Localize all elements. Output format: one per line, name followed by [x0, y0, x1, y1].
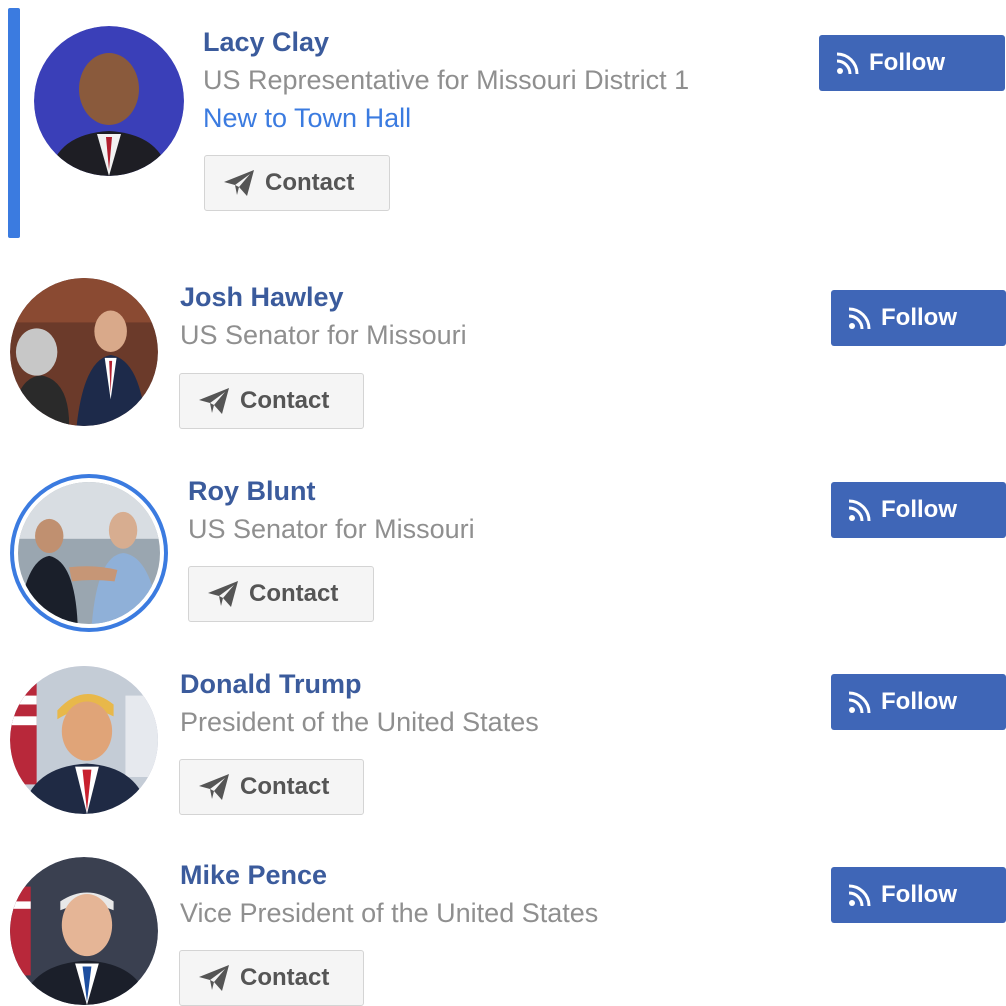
portrait-image: [10, 666, 158, 814]
paper-plane-icon: [208, 581, 238, 607]
contact-button[interactable]: Contact: [179, 950, 364, 1006]
paper-plane-icon: [224, 170, 254, 196]
follow-button[interactable]: Follow: [831, 482, 1006, 538]
rss-feed-icon: [849, 499, 871, 521]
avatar[interactable]: [10, 857, 158, 1005]
contact-label: Contact: [249, 580, 339, 607]
contact-button[interactable]: Contact: [204, 155, 390, 211]
avatar[interactable]: [10, 278, 158, 426]
rep-title: President of the United States: [180, 707, 539, 737]
paper-plane-icon: [199, 774, 229, 800]
portrait-image: [34, 26, 184, 176]
follow-label: Follow: [881, 881, 957, 908]
paper-plane-icon: [199, 965, 229, 991]
contact-label: Contact: [240, 773, 330, 800]
follow-label: Follow: [881, 304, 957, 331]
rep-title: US Senator for Missouri: [188, 514, 475, 544]
selected-indicator: [8, 8, 20, 238]
contact-label: Contact: [265, 169, 355, 196]
rss-feed-icon: [837, 52, 859, 74]
avatar[interactable]: [34, 26, 184, 176]
rep-title: US Senator for Missouri: [180, 320, 467, 350]
rss-feed-icon: [849, 307, 871, 329]
portrait-image: [10, 278, 158, 426]
follow-button[interactable]: Follow: [831, 290, 1006, 346]
contact-label: Contact: [240, 964, 330, 991]
contact-button[interactable]: Contact: [188, 566, 374, 622]
new-to-town-hall-label: New to Town Hall: [203, 103, 412, 133]
follow-button[interactable]: Follow: [831, 867, 1006, 923]
rep-name[interactable]: Mike Pence: [180, 860, 327, 891]
avatar[interactable]: [10, 666, 158, 814]
follow-button[interactable]: Follow: [831, 674, 1006, 730]
rep-title: Vice President of the United States: [180, 898, 599, 928]
rss-feed-icon: [849, 691, 871, 713]
rep-name[interactable]: Donald Trump: [180, 669, 362, 700]
paper-plane-icon: [199, 388, 229, 414]
portrait-image: [10, 857, 158, 1005]
follow-label: Follow: [869, 49, 945, 76]
rep-name[interactable]: Josh Hawley: [180, 282, 344, 313]
rep-name[interactable]: Lacy Clay: [203, 27, 329, 58]
rss-feed-icon: [849, 884, 871, 906]
avatar[interactable]: [10, 474, 168, 632]
follow-label: Follow: [881, 496, 957, 523]
contact-button[interactable]: Contact: [179, 759, 364, 815]
rep-title: US Representative for Missouri District …: [203, 65, 690, 95]
portrait-image: [18, 482, 160, 624]
contact-label: Contact: [240, 387, 330, 414]
follow-button[interactable]: Follow: [819, 35, 1005, 91]
rep-name[interactable]: Roy Blunt: [188, 476, 316, 507]
contact-button[interactable]: Contact: [179, 373, 364, 429]
follow-label: Follow: [881, 688, 957, 715]
